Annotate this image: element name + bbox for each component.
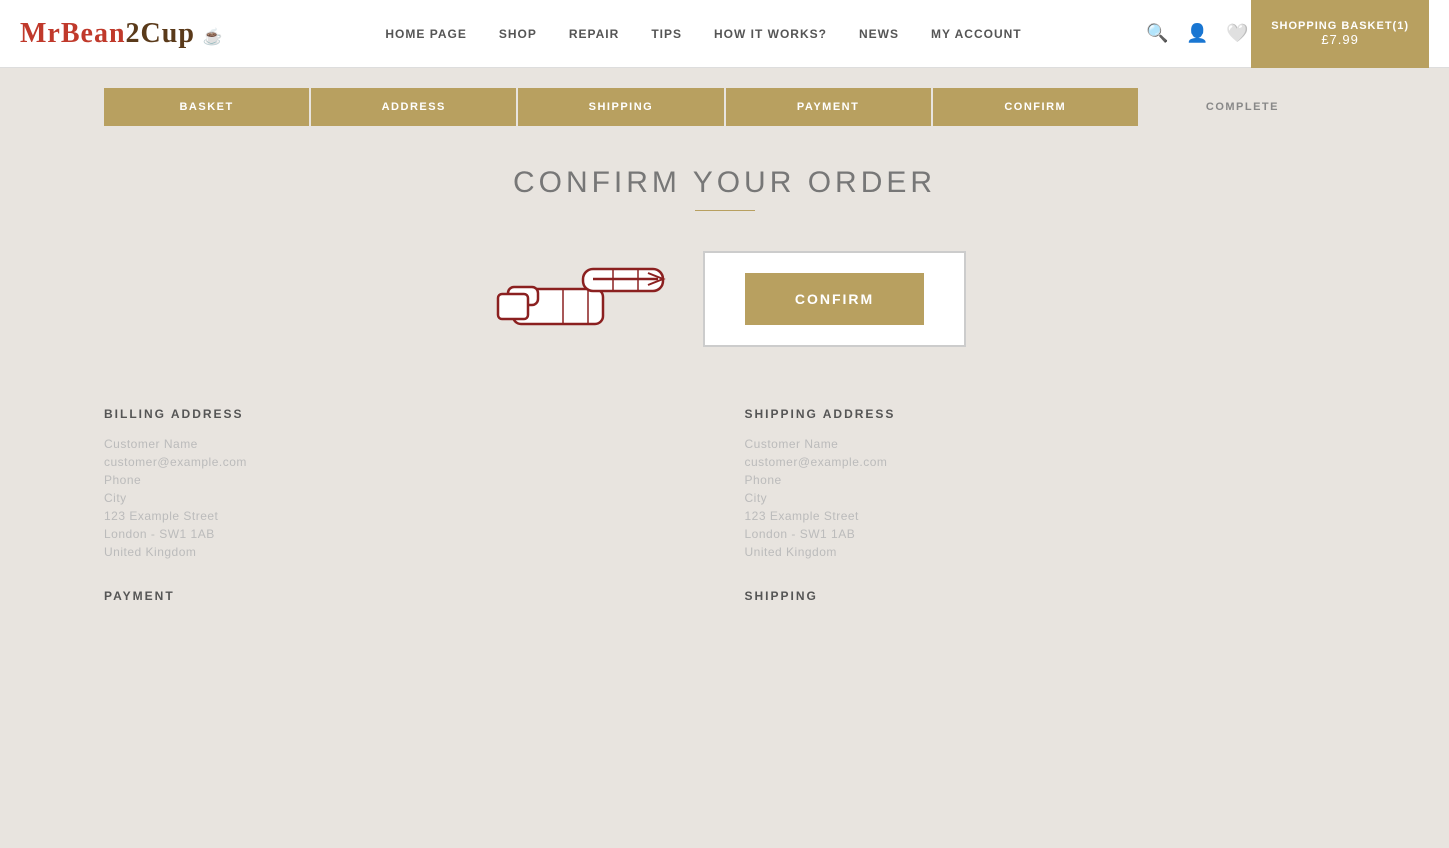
shipping-line-3: City bbox=[745, 491, 1346, 505]
hand-icon bbox=[493, 259, 693, 339]
billing-address-heading: BILLING ADDRESS bbox=[104, 407, 705, 421]
main-content: CONFIRM YOUR ORDER bbox=[0, 126, 1449, 659]
nav-home[interactable]: HOME PAGE bbox=[385, 27, 466, 41]
site-logo[interactable]: MrBean2Cup ☕ bbox=[20, 18, 224, 50]
step-payment[interactable]: PAYMENT bbox=[726, 88, 931, 126]
confirm-section: CONFIRM bbox=[104, 251, 1345, 347]
lower-info-grid: BILLING ADDRESS Customer Name customer@e… bbox=[104, 407, 1345, 619]
step-complete: COMPLETE bbox=[1140, 88, 1345, 126]
nav-shop[interactable]: SHOP bbox=[499, 27, 537, 41]
shipping-method-heading: SHIPPING bbox=[745, 589, 1346, 603]
payment-heading: PAYMENT bbox=[104, 589, 705, 603]
cart-price: £7.99 bbox=[1321, 32, 1359, 47]
progress-bar: BASKET ADDRESS SHIPPING PAYMENT CONFIRM … bbox=[104, 88, 1345, 126]
nav-repair[interactable]: REPAIR bbox=[569, 27, 619, 41]
shipping-line-5: London - SW1 1AB bbox=[745, 527, 1346, 541]
step-address[interactable]: ADDRESS bbox=[311, 88, 516, 126]
billing-line-3: City bbox=[104, 491, 705, 505]
cart-button[interactable]: SHOPPING BASKET(1) £7.99 bbox=[1251, 0, 1429, 68]
page-title: CONFIRM YOUR ORDER bbox=[104, 166, 1345, 200]
billing-line-5: London - SW1 1AB bbox=[104, 527, 705, 541]
billing-address-section: BILLING ADDRESS Customer Name customer@e… bbox=[104, 407, 705, 619]
shipping-line-1: customer@example.com bbox=[745, 455, 1346, 469]
title-divider bbox=[695, 210, 755, 211]
shipping-line-4: 123 Example Street bbox=[745, 509, 1346, 523]
nav-my-account[interactable]: MY ACCOUNT bbox=[931, 27, 1022, 41]
nav-how-it-works[interactable]: HOW IT WORKS? bbox=[714, 27, 827, 41]
wishlist-icon[interactable]: 🤍 bbox=[1223, 20, 1251, 48]
confirm-button[interactable]: CONFIRM bbox=[745, 273, 924, 325]
nav-tips[interactable]: TIPS bbox=[651, 27, 682, 41]
step-basket[interactable]: BASKET bbox=[104, 88, 309, 126]
pointing-hand-illustration bbox=[483, 254, 703, 344]
confirm-box: CONFIRM bbox=[703, 251, 966, 347]
cart-label: SHOPPING BASKET(1) bbox=[1271, 20, 1409, 32]
billing-line-0: Customer Name bbox=[104, 437, 705, 451]
step-confirm[interactable]: CONFIRM bbox=[933, 88, 1138, 126]
billing-line-2: Phone bbox=[104, 473, 705, 487]
header: MrBean2Cup ☕ HOME PAGE SHOP REPAIR TIPS … bbox=[0, 0, 1449, 68]
shipping-address-heading: SHIPPING ADDRESS bbox=[745, 407, 1346, 421]
shipping-line-0: Customer Name bbox=[745, 437, 1346, 451]
account-icon[interactable]: 👤 bbox=[1183, 20, 1211, 48]
main-nav: HOME PAGE SHOP REPAIR TIPS HOW IT WORKS?… bbox=[264, 27, 1143, 41]
billing-line-4: 123 Example Street bbox=[104, 509, 705, 523]
shipping-address-section: SHIPPING ADDRESS Customer Name customer@… bbox=[745, 407, 1346, 619]
shipping-line-2: Phone bbox=[745, 473, 1346, 487]
header-icons: 🔍 👤 🤍 bbox=[1143, 20, 1251, 48]
nav-news[interactable]: NEWS bbox=[859, 27, 899, 41]
step-shipping[interactable]: SHIPPING bbox=[518, 88, 723, 126]
search-icon[interactable]: 🔍 bbox=[1143, 20, 1171, 48]
billing-line-6: United Kingdom bbox=[104, 545, 705, 559]
billing-line-1: customer@example.com bbox=[104, 455, 705, 469]
shipping-line-6: United Kingdom bbox=[745, 545, 1346, 559]
